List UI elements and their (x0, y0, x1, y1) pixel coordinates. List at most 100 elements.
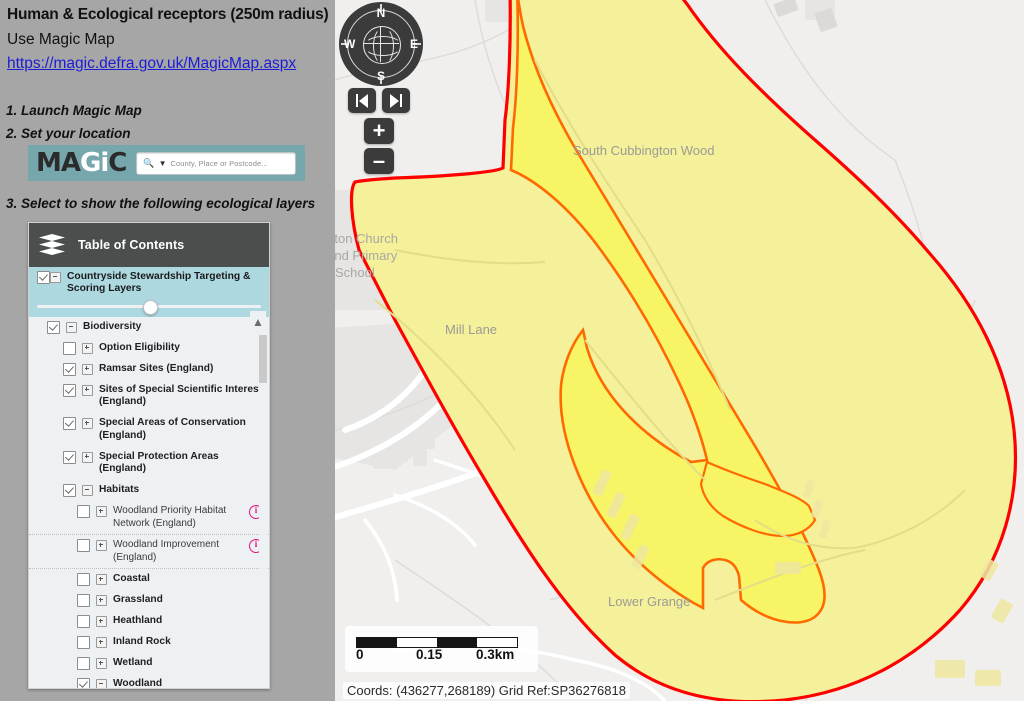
layer-row-biodiversity[interactable]: Biodiversity (29, 317, 269, 338)
layer-expand-toggle[interactable] (82, 363, 93, 375)
layer-label: Special Areas of Conservation (England) (99, 417, 246, 441)
toc-scrollbar[interactable] (259, 335, 267, 686)
layer-row-special-areas-conservation[interactable]: Special Areas of Conservation (England) (29, 413, 269, 447)
compass-east-label: E (409, 37, 418, 51)
group-checkbox[interactable] (37, 271, 50, 284)
layer-checkbox[interactable] (77, 505, 90, 519)
compass-south-label: S (376, 69, 386, 83)
layer-row-special-protection-areas[interactable]: Special Protection Areas (England) (29, 447, 269, 481)
layer-row-woodland-priority-habitat-network[interactable]: Woodland Priority Habitat Network (Engla… (29, 501, 269, 534)
layer-checkbox[interactable] (77, 657, 90, 671)
layer-label: Habitats (99, 484, 140, 496)
layer-row-habitats[interactable]: Habitats (29, 480, 269, 501)
compass-west-label: W (344, 37, 356, 51)
minus-icon: – (372, 148, 386, 173)
layer-row-woodland-improvement[interactable]: Woodland Improvement (England) i (29, 534, 269, 568)
layer-label: Coastal (113, 573, 150, 585)
layer-label: Option Eligibility (99, 341, 180, 353)
magic-logo-g: G (80, 148, 101, 178)
layer-checkbox[interactable] (77, 615, 90, 629)
slider-knob[interactable] (143, 299, 158, 315)
layer-collapse-toggle[interactable] (96, 679, 107, 688)
magic-logo-ma: MA (36, 148, 81, 178)
layer-expand-toggle[interactable] (96, 574, 107, 586)
screenshot-root: South Cubbington Wood ington Church glan… (0, 0, 1024, 701)
toc-scrollbar-thumb[interactable] (259, 335, 267, 383)
compass-rose[interactable]: N S W E (339, 2, 423, 86)
layer-expand-toggle[interactable] (82, 451, 93, 463)
layer-row-heathland[interactable]: Heathland (29, 611, 269, 632)
layer-checkbox[interactable] (63, 450, 76, 464)
search-icon: 🔍 (143, 157, 155, 168)
layer-collapse-toggle[interactable] (82, 485, 93, 497)
toc-group-countryside-stewardship[interactable]: Countryside Stewardship Targeting & Scor… (29, 267, 269, 317)
layer-checkbox[interactable] (63, 383, 76, 397)
map-canvas[interactable]: South Cubbington Wood ington Church glan… (335, 0, 1024, 701)
layer-row-sssi[interactable]: Sites of Special Scientific Interest (En… (29, 380, 269, 414)
layer-checkbox[interactable] (63, 484, 76, 498)
magic-logo-i: i (100, 148, 109, 178)
chevron-up-icon[interactable]: ▲ (250, 311, 266, 333)
chevron-down-icon[interactable]: ▼ (159, 159, 167, 168)
scale-bar: 0 0.15 0.3km (345, 626, 538, 672)
scale-label-zero: 0 (356, 647, 364, 662)
layer-expand-toggle[interactable] (96, 506, 107, 518)
globe-parallel (364, 36, 402, 56)
layer-row-inland-rock[interactable]: Inland Rock (29, 632, 269, 653)
coordinates-status: Coords: (436277,268189) Grid Ref:SP36276… (343, 682, 630, 699)
toc-header: Table of Contents (29, 223, 269, 267)
layer-checkbox[interactable] (77, 573, 90, 587)
layer-row-grassland[interactable]: Grassland (29, 590, 269, 611)
scale-label-end: 0.3km (476, 647, 515, 662)
layer-label: Biodiversity (83, 320, 142, 332)
zoom-in-button[interactable]: + (364, 118, 394, 144)
layer-row-coastal[interactable]: Coastal (29, 568, 269, 590)
layer-checkbox[interactable] (63, 417, 76, 431)
magic-map-link[interactable]: https://magic.defra.gov.uk/MagicMap.aspx (7, 55, 296, 74)
layers-icon (39, 234, 65, 256)
layer-expand-toggle[interactable] (96, 637, 107, 649)
layer-expand-toggle[interactable] (82, 342, 93, 354)
zoom-out-button[interactable]: – (364, 148, 394, 174)
layer-opacity-slider[interactable] (37, 299, 261, 315)
layer-checkbox[interactable] (47, 320, 60, 334)
step-1-text: 1. Launch Magic Map (6, 103, 142, 118)
layer-checkbox[interactable] (63, 362, 76, 376)
magic-logo-c: C (108, 148, 127, 178)
layer-expand-toggle[interactable] (96, 595, 107, 607)
next-extent-icon (389, 93, 403, 108)
next-extent-button[interactable] (382, 88, 410, 113)
layer-row-woodland[interactable]: Woodland (29, 674, 269, 689)
globe-icon (363, 26, 402, 65)
layer-checkbox[interactable] (77, 678, 90, 688)
layer-row-ramsar-sites[interactable]: Ramsar Sites (England) (29, 359, 269, 380)
table-of-contents-panel[interactable]: Table of Contents ▲ Countryside Stewards… (28, 222, 270, 689)
location-search-box[interactable]: 🔍 ▼ County, Place or Postcode... (136, 151, 296, 175)
layer-label: Woodland (113, 678, 163, 689)
layer-expand-toggle[interactable] (82, 418, 93, 430)
step-3-text: 3. Select to show the following ecologic… (6, 196, 316, 211)
layer-checkbox[interactable] (77, 594, 90, 608)
layer-label: Ramsar Sites (England) (99, 362, 214, 374)
layer-expand-toggle[interactable] (96, 616, 107, 628)
previous-extent-button[interactable] (348, 88, 376, 113)
layer-collapse-toggle[interactable] (66, 321, 77, 333)
layer-checkbox[interactable] (63, 341, 76, 355)
layer-expand-toggle[interactable] (82, 384, 93, 396)
group-collapse-toggle[interactable] (50, 272, 61, 283)
layer-row-option-eligibility[interactable]: Option Eligibility (29, 338, 269, 359)
layer-label: Special Protection Areas (England) (99, 450, 219, 475)
previous-extent-icon (355, 93, 369, 108)
group-label: Countryside Stewardship Targeting & Scor… (67, 271, 251, 295)
layer-expand-toggle[interactable] (96, 658, 107, 670)
compass-north-label: N (376, 6, 386, 20)
layer-row-wetland[interactable]: Wetland (29, 653, 269, 674)
toc-body[interactable]: ▲ Countryside Stewardship Targeting & Sc… (29, 267, 269, 688)
layer-expand-toggle[interactable] (96, 540, 107, 552)
layer-label: Inland Rock (113, 636, 171, 648)
layer-checkbox[interactable] (77, 636, 90, 650)
magic-logo: MA G i C (36, 148, 127, 178)
step-2-text: 2. Set your location (6, 126, 131, 141)
scale-bar-labels: 0 0.15 0.3km (353, 647, 533, 663)
layer-checkbox[interactable] (77, 539, 90, 553)
